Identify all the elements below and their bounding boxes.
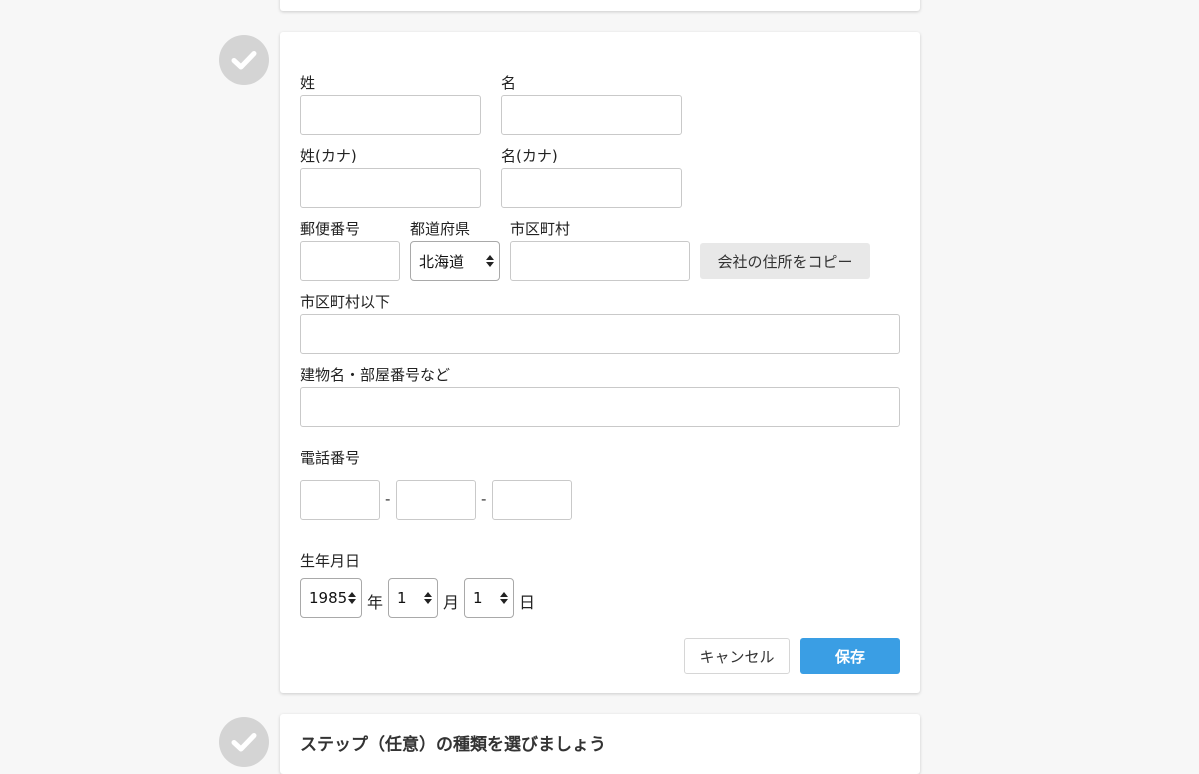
phone-separator: - (385, 490, 391, 508)
save-button[interactable]: 保存 (800, 638, 900, 674)
birth-day-value: 1 (473, 589, 483, 607)
last-name-label: 姓 (300, 74, 316, 92)
first-name-kana-input[interactable] (501, 168, 682, 208)
month-unit: 月 (443, 593, 460, 612)
birth-year-select[interactable]: 1985 (300, 578, 362, 618)
building-label: 建物名・部屋番号など (300, 366, 451, 384)
building-input[interactable] (300, 387, 900, 427)
postal-code-input[interactable] (300, 241, 400, 281)
day-unit: 日 (519, 593, 536, 612)
check-circle-icon (219, 35, 269, 85)
previous-section-card (280, 0, 920, 11)
check-circle-icon (219, 717, 269, 767)
select-arrows-icon (500, 592, 508, 604)
last-name-input[interactable] (300, 95, 481, 135)
phone-exchange-input[interactable] (396, 480, 476, 520)
city-label: 市区町村 (510, 220, 571, 238)
last-name-kana-input[interactable] (300, 168, 481, 208)
phone-number-input[interactable] (492, 480, 572, 520)
phone-area-code-input[interactable] (300, 480, 380, 520)
birthday-label: 生年月日 (300, 552, 361, 570)
last-name-kana-label: 姓(カナ) (300, 147, 357, 165)
address-line-label: 市区町村以下 (300, 293, 391, 311)
cancel-button[interactable]: キャンセル (684, 638, 790, 674)
copy-company-address-button[interactable]: 会社の住所をコピー (700, 243, 870, 279)
first-name-label: 名 (501, 74, 517, 92)
birth-day-select[interactable]: 1 (464, 578, 514, 618)
next-section-card: ステップ（任意）の種類を選びましょう (280, 714, 920, 774)
city-input[interactable] (510, 241, 690, 281)
birth-month-select[interactable]: 1 (388, 578, 438, 618)
year-unit: 年 (367, 593, 384, 612)
birth-month-value: 1 (397, 589, 407, 607)
select-arrows-icon (348, 592, 356, 604)
birth-year-value: 1985 (309, 589, 348, 607)
postal-code-label: 郵便番号 (300, 220, 361, 238)
prefecture-select[interactable]: 北海道 (410, 241, 500, 281)
select-arrows-icon (486, 255, 494, 267)
phone-separator: - (481, 490, 487, 508)
next-section-title: ステップ（任意）の種類を選びましょう (300, 735, 606, 755)
first-name-input[interactable] (501, 95, 682, 135)
prefecture-selected-value: 北海道 (419, 252, 465, 271)
select-arrows-icon (424, 592, 432, 604)
first-name-kana-label: 名(カナ) (501, 147, 558, 165)
address-line-input[interactable] (300, 314, 900, 354)
prefecture-label: 都道府県 (410, 220, 471, 238)
phone-label: 電話番号 (300, 449, 361, 467)
